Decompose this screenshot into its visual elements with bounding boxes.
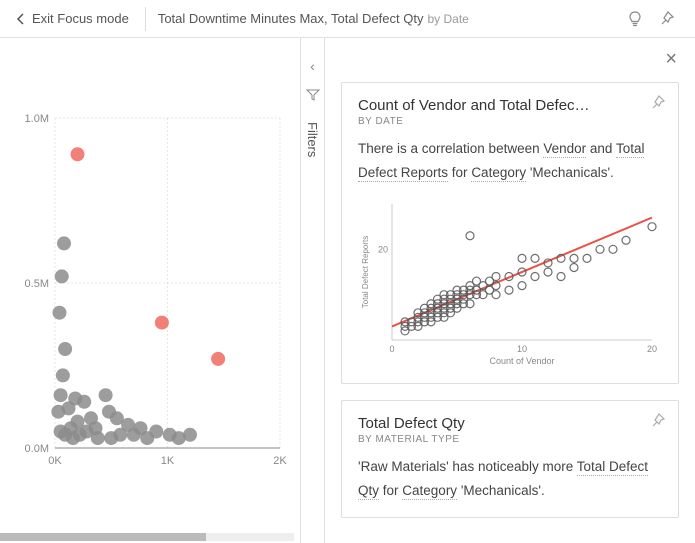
link-vendor[interactable]: Vendor [543,141,586,158]
pin-icon [650,95,666,111]
text: There is a correlation between [358,141,543,156]
svg-text:1.0M: 1.0M [25,113,49,125]
text: 'Mechanicals'. [457,483,545,498]
insights-panel: × Count of Vendor and Total Defec… BY DA… [325,38,695,543]
text: for [379,483,402,498]
svg-text:Total Defect Reports: Total Defect Reports [361,235,370,307]
lightbulb-button[interactable] [619,3,651,35]
pin-button[interactable] [650,95,666,114]
svg-text:20: 20 [647,344,657,354]
page-subtitle: by Date [427,12,468,26]
insight-body: 'Raw Materials' has noticeably more Tota… [358,455,662,504]
insight-body: There is a correlation between Vendor an… [358,137,662,186]
insight-title: Count of Vendor and Total Defec… [358,97,662,114]
filters-collapse-handle[interactable]: ‹ Filters [300,38,324,543]
svg-text:10: 10 [517,344,527,354]
insight-subtitle: BY MATERIAL TYPE [358,434,662,445]
text: and [586,141,616,156]
page-title: Total Downtime Minutes Max, Total Defect… [158,11,424,26]
left-chart-panel: 0.0M 0.5M 1.0M 0K 1K 2K ‹ Filters [0,38,325,543]
svg-text:0.5M: 0.5M [25,278,49,290]
link-category[interactable]: Category [402,483,457,500]
exit-focus-label: Exit Focus mode [32,11,129,26]
insight-subtitle: BY DATE [358,116,662,127]
text: for [448,165,471,180]
insight-card-vendor-defect[interactable]: Count of Vendor and Total Defec… BY DATE… [341,82,679,384]
pin-icon [659,11,675,27]
svg-text:2K: 2K [273,455,287,467]
text: 'Raw Materials' has noticeably more [358,459,577,474]
svg-text:0K: 0K [48,455,62,467]
insight-mini-chart: 20 0 10 20 Count of Vendor Total Defect Repor… [358,196,658,366]
scatter-svg: 0.0M 0.5M 1.0M 0K 1K 2K [10,58,290,488]
lightbulb-icon [627,11,643,27]
pin-icon [650,413,666,429]
exit-focus-button[interactable]: Exit Focus mode [12,7,133,30]
svg-text:1K: 1K [161,455,175,467]
insight-card-defect-qty[interactable]: Total Defect Qty BY MATERIAL TYPE 'Raw M… [341,400,679,519]
filters-label: Filters [305,122,320,157]
divider [145,7,146,31]
svg-text:20: 20 [378,244,388,254]
main-area: 0.0M 0.5M 1.0M 0K 1K 2K ‹ Filters × Count of … [0,38,695,543]
svg-text:0: 0 [389,344,394,354]
close-button[interactable]: × [665,48,677,71]
link-category[interactable]: Category [471,165,526,182]
horizontal-scrollbar[interactable] [0,533,294,541]
top-bar: Exit Focus mode Total Downtime Minutes M… [0,0,695,38]
svg-text:Count of Vendor: Count of Vendor [489,356,554,366]
main-scatter-chart[interactable]: 0.0M 0.5M 1.0M 0K 1K 2K [0,38,300,543]
chevron-left-icon: ‹ [310,58,315,74]
pin-button[interactable] [651,3,683,35]
svg-text:0.0M: 0.0M [25,443,49,455]
pin-button[interactable] [650,413,666,432]
text: 'Mechanicals'. [526,165,614,180]
insight-title: Total Defect Qty [358,415,662,432]
funnel-icon [306,88,320,102]
chevron-left-icon [16,13,26,25]
